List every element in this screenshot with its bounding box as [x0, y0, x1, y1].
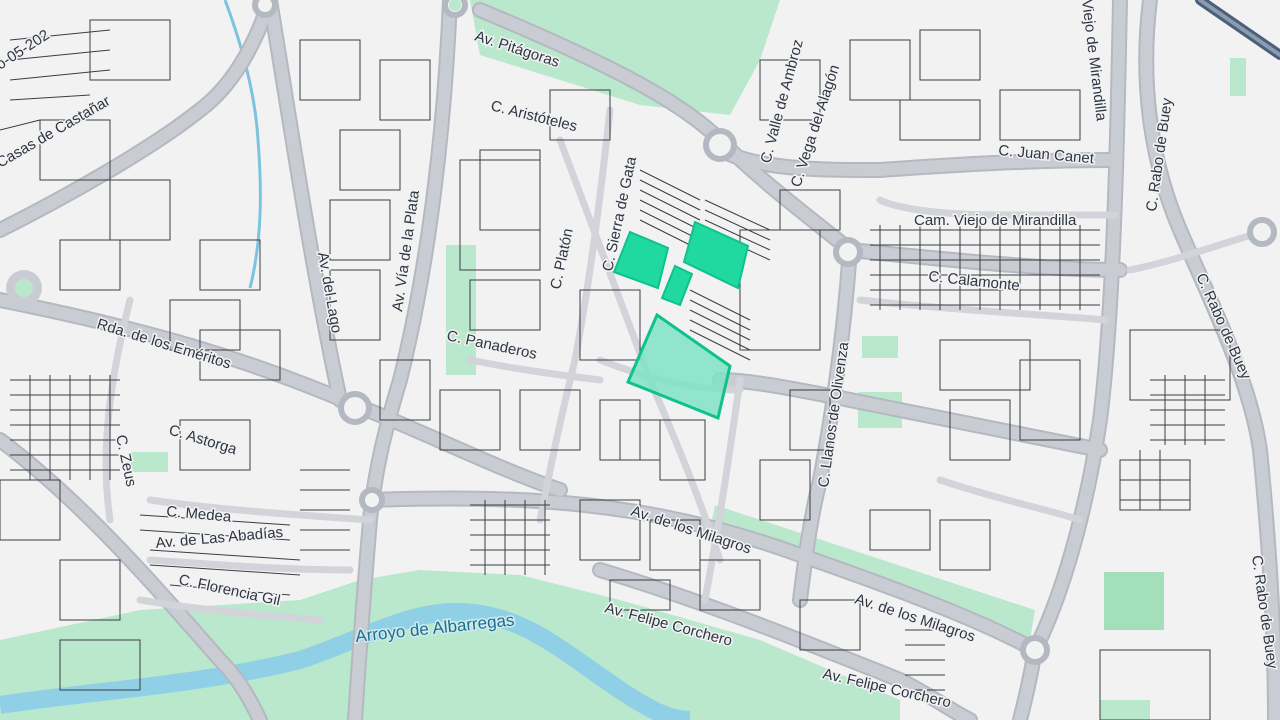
map-canvas[interactable]: Av. Pitágoras C. Aristóteles C. Sierra d… — [0, 0, 1280, 720]
park-small-1 — [862, 336, 898, 358]
park-east-square — [1104, 572, 1164, 630]
label-cam-viejo-mirandilla: Cam. Viejo de Mirandilla — [914, 212, 1077, 229]
park-small-6 — [1100, 700, 1150, 720]
park-small-5 — [446, 245, 476, 375]
park-small-4 — [1230, 58, 1246, 96]
